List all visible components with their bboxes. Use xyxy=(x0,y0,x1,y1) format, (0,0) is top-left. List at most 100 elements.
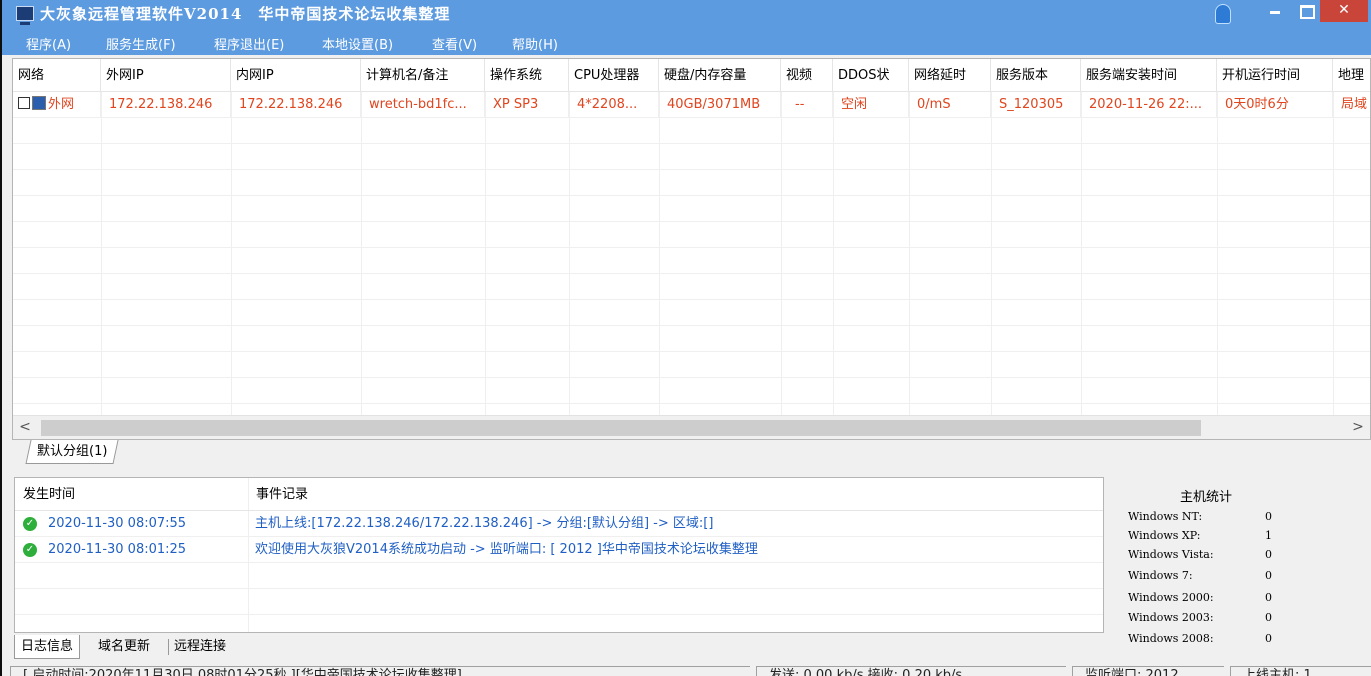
grid-column-line xyxy=(231,92,232,415)
grid-column-line xyxy=(833,92,834,415)
event-row[interactable]: ✓ 2020-11-30 08:01:25 欢迎使用大灰狼V2014系统成功启动… xyxy=(15,537,1103,563)
cell-ddos: 空闲 xyxy=(833,92,909,118)
col-network[interactable]: 网络 xyxy=(13,59,101,92)
grid-column-line xyxy=(781,92,782,415)
menu-exit[interactable]: 程序退出(E) xyxy=(214,34,284,53)
col-geo[interactable]: 地理 xyxy=(1333,59,1370,92)
host-row-empty xyxy=(13,170,1370,196)
scroll-right-icon[interactable]: > xyxy=(1350,418,1366,436)
menu-program[interactable]: 程序(A) xyxy=(26,34,71,53)
col-latency[interactable]: 网络延时 xyxy=(909,59,991,92)
stats-value: 0 xyxy=(1265,632,1272,645)
host-row-empty xyxy=(13,300,1370,326)
grid-column-line xyxy=(909,92,910,415)
cell-latency: 0/mS xyxy=(909,92,991,118)
host-row-empty xyxy=(13,378,1370,404)
col-version[interactable]: 服务版本 xyxy=(991,59,1081,92)
event-row[interactable]: ✓ 2020-11-30 08:07:55 主机上线:[172.22.138.2… xyxy=(15,511,1103,537)
col-video[interactable]: 视频 xyxy=(781,59,833,92)
stats-value: 1 xyxy=(1265,529,1272,542)
host-computer-icon xyxy=(32,96,46,110)
col-install-time[interactable]: 服务端安装时间 xyxy=(1081,59,1217,92)
event-text: 主机上线:[172.22.138.246/172.22.138.246] -> … xyxy=(255,516,714,531)
cell-uptime: 0天0时6分 xyxy=(1217,92,1333,118)
event-row-empty xyxy=(15,589,1103,615)
stats-label: Windows 2000: xyxy=(1128,591,1214,604)
host-row-empty xyxy=(13,144,1370,170)
status-online: 上线主机: 1 xyxy=(1230,666,1371,676)
skin-shirt-icon[interactable] xyxy=(1215,4,1231,24)
stats-label: Windows 7: xyxy=(1128,569,1193,582)
grid-column-line xyxy=(1333,92,1334,415)
menu-build-service[interactable]: 服务生成(F) xyxy=(106,34,176,53)
cell-computer-name: wretch-bd1fc... xyxy=(361,92,485,118)
grid-column-line xyxy=(1217,92,1218,415)
stats-row: Windows 2000: 0 xyxy=(1128,591,1272,604)
status-start-time: [ 启动时间:2020年11月30日 08时01分25秒 ][华中帝国技术论坛收… xyxy=(10,666,750,676)
tab-default-group-label: 默认分组(1) xyxy=(37,444,108,459)
grid-column-line xyxy=(101,92,102,415)
host-row-empty xyxy=(13,196,1370,222)
col-disk-mem[interactable]: 硬盘/内存容量 xyxy=(659,59,781,92)
cell-video: -- xyxy=(781,92,833,118)
status-bar: [ 启动时间:2020年11月30日 08时01分25秒 ][华中帝国技术论坛收… xyxy=(2,664,1371,676)
cell-lan-ip: 172.22.138.246 xyxy=(231,92,361,118)
cell-geo: 局域 xyxy=(1333,92,1370,118)
menu-local-settings[interactable]: 本地设置(B) xyxy=(322,34,393,53)
col-computer-name[interactable]: 计算机名/备注 xyxy=(361,59,485,92)
host-row-empty xyxy=(13,326,1370,352)
stats-value: 0 xyxy=(1265,510,1272,523)
tab-default-group[interactable]: 默认分组(1) xyxy=(25,440,119,464)
cell-network: 外网 xyxy=(13,92,101,118)
stats-row: Windows NT: 0 xyxy=(1128,510,1272,523)
tab-domain-update[interactable]: 域名更新 xyxy=(92,635,156,659)
stats-label: Windows 2003: xyxy=(1128,611,1214,624)
stats-value: 0 xyxy=(1265,611,1272,624)
col-ddos[interactable]: DDOS状 xyxy=(833,59,909,92)
host-checkbox[interactable] xyxy=(18,97,30,109)
title-bar[interactable]: 大灰象远程管理软件V2014 华中帝国技术论坛收集整理 ✕ xyxy=(2,0,1371,30)
col-time[interactable]: 发生时间 xyxy=(15,478,75,511)
host-row-empty xyxy=(13,118,1370,144)
col-uptime[interactable]: 开机运行时间 xyxy=(1217,59,1333,92)
tab-remote-connect[interactable]: 远程连接 xyxy=(168,635,232,659)
menu-view[interactable]: 查看(V) xyxy=(432,34,477,53)
tab-log-info[interactable]: 日志信息 xyxy=(14,635,81,659)
host-row[interactable]: 外网 172.22.138.246 172.22.138.246 wretch-… xyxy=(13,92,1370,118)
menu-help[interactable]: 帮助(H) xyxy=(512,34,558,53)
maximize-button[interactable] xyxy=(1292,0,1320,22)
event-text: 欢迎使用大灰狼V2014系统成功启动 -> 监听端口: [ 2012 ]华中帝国… xyxy=(255,542,758,557)
main-window: 大灰象远程管理软件V2014 华中帝国技术论坛收集整理 ✕ 程序(A) 服务生成… xyxy=(2,0,1371,676)
cell-install-time: 2020-11-26 22:... xyxy=(1081,92,1217,118)
col-cpu[interactable]: CPU处理器 xyxy=(569,59,659,92)
grid-column-line xyxy=(361,92,362,415)
horizontal-scrollbar[interactable]: < > xyxy=(13,415,1370,439)
host-stats-title: 主机统计 xyxy=(1180,490,1233,505)
grid-column-line xyxy=(485,92,486,415)
col-event[interactable]: 事件记录 xyxy=(248,478,308,511)
stats-label: Windows NT: xyxy=(1128,510,1203,523)
minimize-button[interactable] xyxy=(1261,0,1289,22)
host-row-empty xyxy=(13,222,1370,248)
col-wan-ip[interactable]: 外网IP xyxy=(101,59,231,92)
status-port: 监听端口: 2012 xyxy=(1072,666,1224,676)
stats-row: Windows XP: 1 xyxy=(1128,529,1272,542)
col-os[interactable]: 操作系统 xyxy=(485,59,569,92)
stats-value: 0 xyxy=(1265,591,1272,604)
event-time: 2020-11-30 08:01:25 xyxy=(48,542,187,557)
scroll-thumb[interactable] xyxy=(41,420,1201,436)
check-circle-icon: ✓ xyxy=(23,543,37,557)
event-log[interactable]: 发生时间 事件记录 ✓ 2020-11-30 08:07:55 主机上线:[17… xyxy=(14,477,1104,633)
host-list[interactable]: 网络 外网IP 内网IP 计算机名/备注 操作系统 CPU处理器 硬盘/内存容量… xyxy=(12,58,1371,440)
status-traffic: 发送: 0.00 kb/s 接收: 0.20 kb/s xyxy=(756,666,1066,676)
host-row-empty xyxy=(13,248,1370,274)
cell-version: S_120305 xyxy=(991,92,1081,118)
bottom-tab-strip: 日志信息 域名更新 远程连接 xyxy=(14,635,1104,661)
close-button[interactable]: ✕ xyxy=(1320,0,1368,22)
host-row-empty xyxy=(13,352,1370,378)
stats-row: Windows 7: 0 xyxy=(1128,569,1272,582)
col-lan-ip[interactable]: 内网IP xyxy=(231,59,361,92)
stats-value: 0 xyxy=(1265,569,1272,582)
scroll-left-icon[interactable]: < xyxy=(17,418,33,436)
event-row-empty xyxy=(15,563,1103,589)
